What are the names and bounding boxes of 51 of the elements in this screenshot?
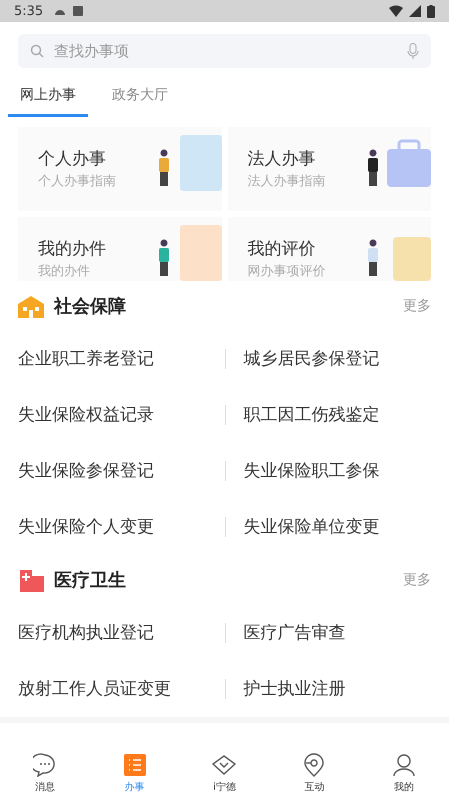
- microphone-icon[interactable]: [407, 43, 419, 59]
- wifi-icon: [389, 5, 403, 17]
- user-icon: [392, 753, 416, 777]
- search-icon: [30, 44, 44, 58]
- service-link[interactable]: 失业保险职工参保: [224, 461, 431, 481]
- card-subtitle: 个人办事指南: [38, 173, 116, 190]
- service-link[interactable]: 护士执业注册: [224, 679, 431, 699]
- section-title: 社会保障: [54, 295, 126, 318]
- illustration-drawing: [158, 135, 222, 191]
- tab[interactable]: 网上办事: [8, 78, 88, 117]
- service-link[interactable]: 企业职工养老登记: [18, 331, 224, 387]
- card-title: 我的办件: [38, 238, 106, 260]
- location-pin-icon: [303, 753, 326, 777]
- building-icon: [18, 294, 44, 318]
- nav-tab[interactable]: 互动: [269, 752, 360, 794]
- service-card[interactable]: 个人办事 个人办事指南: [18, 127, 222, 211]
- service-link[interactable]: 失业保险单位变更: [224, 517, 431, 537]
- signal-icon: [409, 5, 421, 17]
- service-link[interactable]: 城乡居民参保登记: [224, 349, 431, 369]
- card-title: 法人办事: [248, 148, 316, 170]
- service-card[interactable]: 我的评价 网办事项评价: [228, 217, 431, 281]
- card-subtitle: 网办事项评价: [248, 263, 326, 280]
- service-link[interactable]: 医疗机构执业登记: [18, 605, 224, 661]
- service-card[interactable]: 法人办事 法人办事指南: [228, 127, 431, 211]
- hospital-icon: [18, 568, 44, 592]
- service-link[interactable]: 职工因工伤残鉴定: [224, 405, 431, 425]
- section-title: 医疗卫生: [54, 569, 126, 592]
- service-link[interactable]: 失业保险参保登记: [18, 443, 224, 499]
- notification-icon: [73, 6, 84, 16]
- service-link[interactable]: 医疗广告审查: [224, 623, 431, 643]
- card-subtitle: 我的办件: [38, 263, 91, 280]
- card-subtitle: 法人办事指南: [248, 173, 326, 190]
- nav-tab[interactable]: 我的: [359, 752, 449, 794]
- tab[interactable]: 政务大厅: [100, 78, 180, 117]
- service-link[interactable]: 放射工作人员证变更: [18, 661, 224, 717]
- service-link[interactable]: 失业保险权益记录: [18, 387, 224, 443]
- nav-tab[interactable]: 办事: [90, 752, 180, 794]
- card-title: 我的评价: [248, 238, 316, 260]
- service-link[interactable]: 失业保险个人变更: [18, 499, 224, 555]
- card-title: 个人办事: [38, 148, 107, 170]
- illustration-drawing: [158, 225, 222, 281]
- chat-icon: [32, 753, 57, 777]
- search-bar[interactable]: 查找办事项: [18, 34, 431, 68]
- diamond-icon: [212, 754, 236, 776]
- status-time: 5:35: [14, 4, 44, 18]
- nav-tab[interactable]: 消息: [0, 752, 90, 794]
- search-field[interactable]: 查找办事项: [52, 41, 399, 61]
- nav-tab[interactable]: i宁德: [180, 752, 270, 794]
- service-card[interactable]: 我的办件 我的办件: [18, 217, 222, 281]
- list-icon: [124, 754, 146, 776]
- battery-icon: [427, 4, 435, 18]
